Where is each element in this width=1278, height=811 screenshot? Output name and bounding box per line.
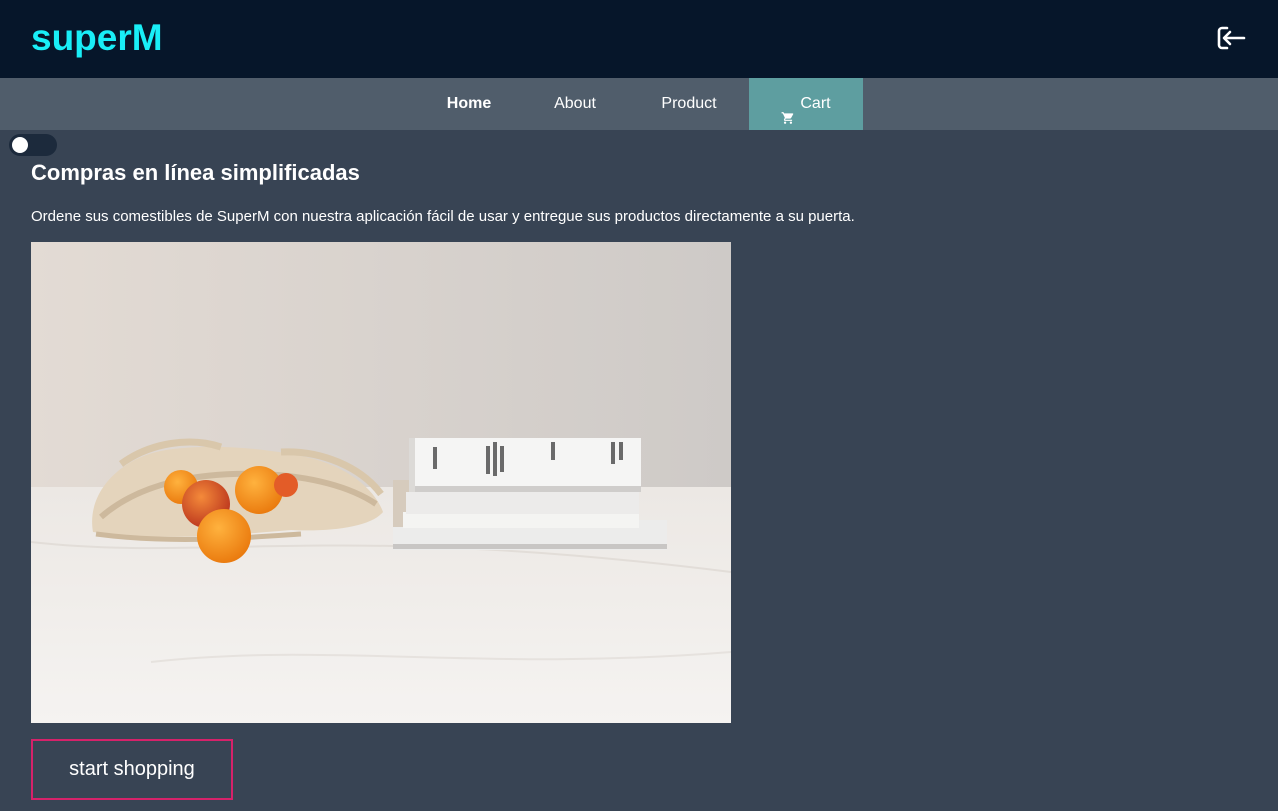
toggle-knob (12, 137, 28, 153)
start-shopping-button[interactable]: start shopping (31, 739, 233, 800)
nav-home-link[interactable]: Home (428, 78, 510, 130)
hero-image (31, 242, 731, 723)
brand-logo[interactable]: superM (31, 15, 163, 61)
theme-toggle[interactable] (9, 134, 57, 156)
main-nav: Home About Product Cart (0, 78, 1278, 130)
cart-label: Cart (800, 95, 831, 112)
sign-out-icon[interactable] (1215, 22, 1247, 54)
nav-product-link[interactable]: Product (645, 78, 733, 130)
page-description: Ordene sus comestibles de SuperM con nue… (31, 208, 855, 225)
nav-cart-link[interactable]: Cart (749, 78, 863, 130)
top-header: superM (0, 0, 1278, 78)
page-heading: Compras en línea simplificadas (31, 160, 360, 185)
cart-icon (781, 95, 795, 124)
nav-about-link[interactable]: About (536, 78, 614, 130)
